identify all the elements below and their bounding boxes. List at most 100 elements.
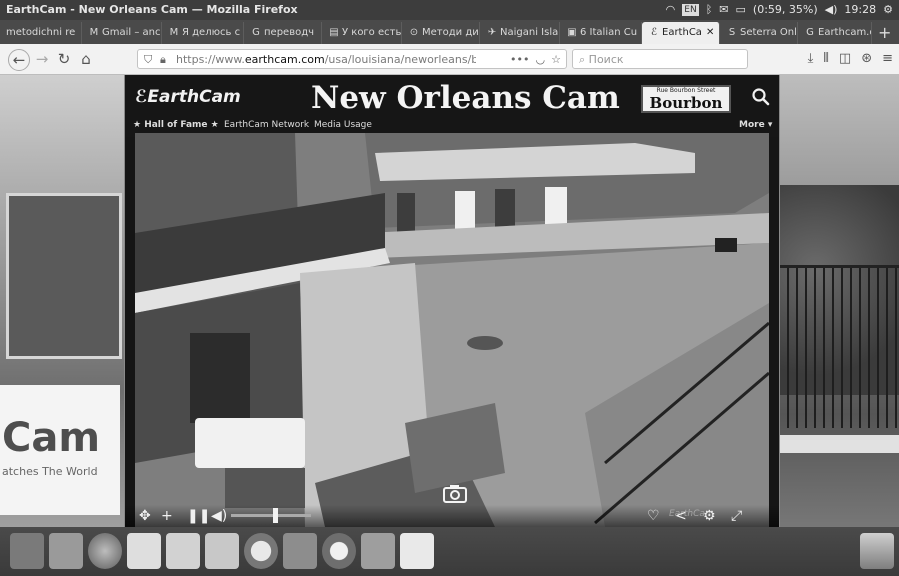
sidebar-icon[interactable]: ◫ xyxy=(839,49,851,69)
volume-icon[interactable]: ◀) xyxy=(211,507,227,525)
toolbar-right: ⤓ ⫴ ◫ ⊛ ≡ xyxy=(808,49,893,69)
downloads-icon[interactable]: ⤓ xyxy=(808,49,814,69)
street-scene xyxy=(135,133,769,527)
volume-slider[interactable] xyxy=(231,514,311,517)
tab-earthcam[interactable]: ℰ EarthCa ✕ xyxy=(642,22,720,44)
bluetooth-icon[interactable]: ᛒ xyxy=(706,0,713,20)
camera-icon[interactable] xyxy=(443,483,467,503)
tab-earthcam-search[interactable]: G Earthcam.c xyxy=(798,22,872,44)
clock[interactable]: 19:28 xyxy=(844,0,876,20)
tab-italian[interactable]: ▣ 6 Italian Cu xyxy=(560,22,642,44)
navigation-toolbar: ← → ↻ ⌂ ⛉ 🔒︎ https://www.earthcam.com/us… xyxy=(0,44,899,75)
gmail-icon: M xyxy=(169,27,179,38)
fullscreen-icon[interactable]: ⤢ xyxy=(731,507,742,525)
search-icon[interactable] xyxy=(751,87,771,107)
trash-icon[interactable] xyxy=(860,533,894,569)
home-icon[interactable]: ⌂ xyxy=(76,49,96,69)
search-input[interactable]: ⌕ Поиск xyxy=(572,49,748,69)
search-icon: ⊙ xyxy=(409,27,419,38)
volume-icon[interactable]: ◀) xyxy=(825,0,838,20)
battery-status: (0:59, 35%) xyxy=(752,3,818,16)
tab-document[interactable]: ▤ У кого есть xyxy=(322,22,402,44)
google-icon: G xyxy=(806,27,814,38)
settings-icon[interactable] xyxy=(10,533,44,569)
tab-metodichni[interactable]: metodichni re xyxy=(0,22,82,44)
url-path: /usa/louisiana/neworleans/bourbonstreet/… xyxy=(324,53,476,66)
keyboard-layout-icon[interactable]: EN xyxy=(682,4,699,16)
tab-label: Seterra Onl xyxy=(740,27,797,38)
camera-icon[interactable] xyxy=(361,533,395,569)
writer-icon[interactable] xyxy=(127,533,161,569)
forward-arrow-icon[interactable]: → xyxy=(32,49,52,69)
tab-gmail[interactable]: M Gmail – anc xyxy=(82,22,162,44)
wifi-icon[interactable]: ◠ xyxy=(666,0,676,20)
tab-label: Методи ди xyxy=(422,27,479,38)
cam-title: New Orleans Cam xyxy=(311,80,620,116)
nav-more[interactable]: More ▾ xyxy=(739,120,772,130)
nav-hall-of-fame[interactable]: ★ Hall of Fame ★ xyxy=(133,120,219,130)
extension-icon[interactable]: ⊛ xyxy=(861,49,872,69)
reload-icon[interactable]: ↻ xyxy=(54,49,74,69)
tab-label: Gmail – anc xyxy=(102,27,161,38)
volume-knob[interactable] xyxy=(272,508,278,523)
tab-seterra[interactable]: S Seterra Onl xyxy=(720,22,798,44)
cam-player: ℰEarthCam New Orleans Cam Rue Bourbon St… xyxy=(125,75,779,527)
pause-icon[interactable]: ❚❚ xyxy=(187,507,210,525)
tab-naigani[interactable]: ✈ Naigani Isla xyxy=(480,22,560,44)
firefox-icon[interactable] xyxy=(88,533,122,569)
zoom-in-icon[interactable]: + xyxy=(161,507,173,525)
page-content: Cam atches The World ℰEarthCam New Orlea… xyxy=(0,75,899,527)
menu-icon[interactable]: ≡ xyxy=(882,49,893,69)
gear-icon[interactable] xyxy=(283,533,317,569)
lock-icon[interactable]: 🔒︎ xyxy=(160,50,166,70)
url-host: earthcam.com xyxy=(244,53,325,66)
url-text[interactable]: https://www.earthcam.com/usa/louisiana/n… xyxy=(176,50,476,70)
window-titlebar: EarthCam - New Orleans Cam — Mozilla Fir… xyxy=(0,0,899,20)
search-placeholder: Поиск xyxy=(588,53,624,66)
earthcam-app-icon[interactable] xyxy=(400,533,434,569)
left-background-image: Cam atches The World xyxy=(0,75,124,527)
tab-label: переводч xyxy=(264,27,315,38)
mail-icon[interactable]: ✉ xyxy=(719,0,728,20)
document-icon: ▤ xyxy=(329,27,339,38)
live-video-feed[interactable] xyxy=(135,133,769,527)
pan-icon[interactable]: ✥ xyxy=(139,507,151,525)
google-icon: G xyxy=(252,27,260,38)
utensils-icon: ▣ xyxy=(567,27,577,38)
impress-icon[interactable] xyxy=(205,533,239,569)
new-tab-button[interactable]: + xyxy=(872,22,897,44)
battery-icon[interactable]: ▭ xyxy=(736,0,746,20)
calc-icon[interactable] xyxy=(166,533,200,569)
no-entry-icon[interactable] xyxy=(244,533,278,569)
url-actions: ••• ◡ ☆ xyxy=(510,50,561,70)
building-window xyxy=(6,193,122,359)
nav-media-usage[interactable]: Media Usage xyxy=(314,120,372,130)
nav-earthcam-network[interactable]: EarthCam Network xyxy=(224,120,309,130)
close-tab-icon[interactable]: ✕ xyxy=(706,27,714,38)
library-icon[interactable]: ⫴ xyxy=(823,49,828,69)
url-prefix: https://www. xyxy=(176,53,245,66)
system-tray: ◠ EN ᛒ ✉ ▭ (0:59, 35%) ◀) 19:28 ⚙ xyxy=(666,0,893,20)
balcony-ledge xyxy=(780,435,899,453)
earthcam-logo[interactable]: ℰEarthCam xyxy=(135,87,241,107)
tab-gmail-share[interactable]: MЯ делюсь с xyxy=(162,22,244,44)
seterra-icon: S xyxy=(728,27,736,38)
tab-methods[interactable]: ⊙ Методи ди xyxy=(402,22,480,44)
banner-tagline: atches The World xyxy=(2,465,98,478)
tab-label: Я делюсь с xyxy=(182,27,241,38)
tab-label: EarthCa xyxy=(662,27,702,38)
teamviewer-icon[interactable] xyxy=(322,533,356,569)
files-icon[interactable] xyxy=(49,533,83,569)
heart-icon[interactable]: ♡ xyxy=(647,507,660,525)
bookmark-star-icon[interactable]: ☆ xyxy=(551,50,561,70)
gear-icon[interactable]: ⚙ xyxy=(883,0,893,20)
shield-icon[interactable]: ⛉ xyxy=(144,50,152,70)
tab-translate[interactable]: Gпереводч xyxy=(244,22,322,44)
address-bar[interactable]: ⛉ 🔒︎ https://www.earthcam.com/usa/louisi… xyxy=(137,49,567,69)
balcony-railing xyxy=(780,265,899,428)
tab-label: У кого есть xyxy=(342,27,402,38)
bourbon-sign-big: Bourbon xyxy=(649,94,723,112)
pocket-icon[interactable]: ◡ xyxy=(536,50,546,70)
page-actions-icon[interactable]: ••• xyxy=(510,50,529,70)
back-arrow-icon[interactable]: ← xyxy=(8,49,30,71)
